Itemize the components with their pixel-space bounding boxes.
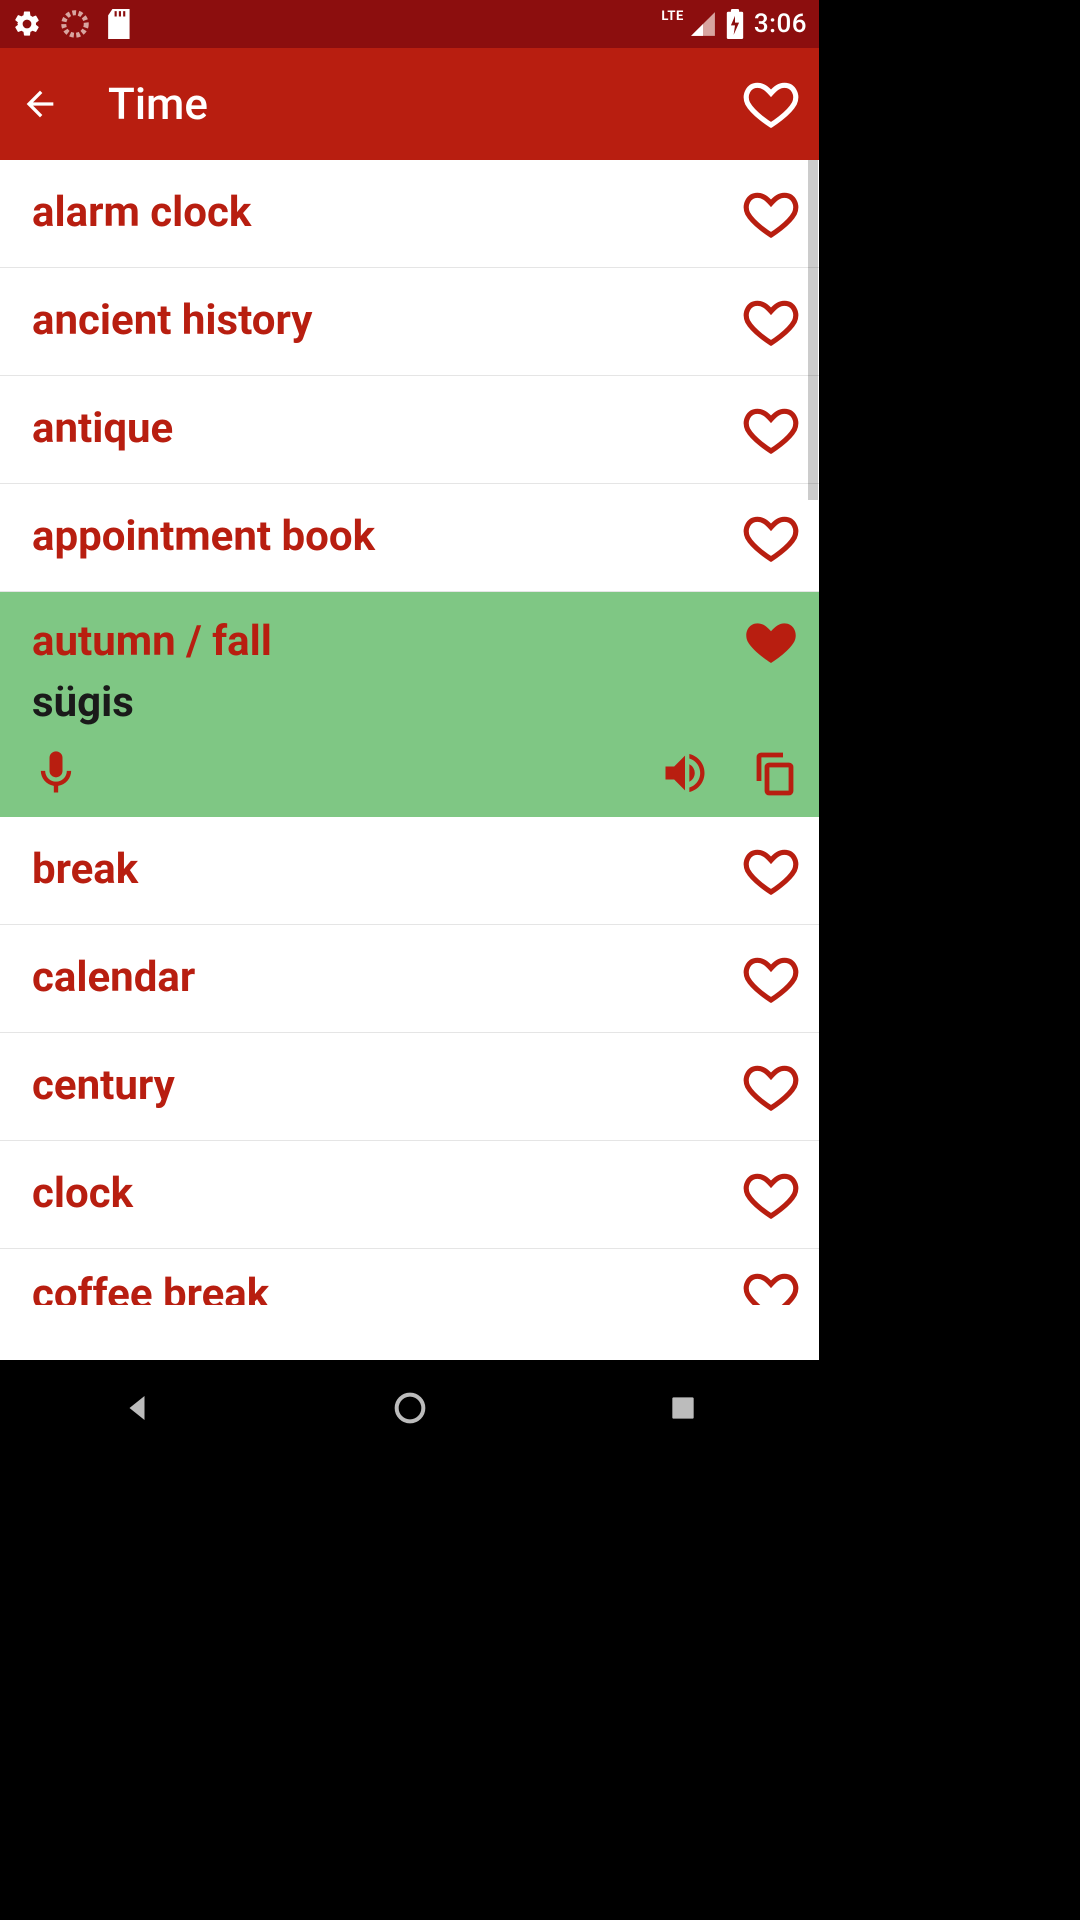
list-item[interactable]: break [0, 817, 819, 925]
microphone-icon[interactable] [30, 747, 82, 799]
speaker-icon[interactable] [659, 747, 711, 799]
word-label: century [32, 1063, 743, 1109]
list-item[interactable]: clock [0, 1141, 819, 1249]
heart-outline-icon[interactable] [743, 1059, 799, 1115]
heart-outline-icon[interactable] [743, 1167, 799, 1223]
back-arrow-icon[interactable] [20, 84, 60, 124]
list-item[interactable]: calendar [0, 925, 819, 1033]
gear-icon [12, 9, 42, 39]
word-label: ancient history [32, 298, 743, 344]
heart-outline-icon[interactable] [743, 951, 799, 1007]
list-item[interactable]: appointment book [0, 484, 819, 592]
nav-recent-icon[interactable] [653, 1378, 713, 1438]
list-item-expanded[interactable]: autumn / fall sügis [0, 592, 819, 817]
list-item[interactable]: ancient history [0, 268, 819, 376]
list-item[interactable]: antique [0, 376, 819, 484]
navigation-bar [0, 1360, 819, 1456]
word-label: autumn / fall [32, 619, 743, 665]
heart-outline-icon[interactable] [743, 510, 799, 566]
loading-icon [60, 9, 90, 39]
app-bar: Time [0, 48, 819, 160]
word-list[interactable]: alarm clock ancient history antique appo… [0, 160, 819, 1360]
lte-label: LTE [661, 9, 683, 24]
word-label: coffee break [32, 1272, 743, 1305]
word-label: antique [32, 406, 743, 452]
heart-filled-icon[interactable] [743, 614, 799, 670]
heart-outline-icon[interactable] [743, 186, 799, 242]
heart-outline-icon[interactable] [743, 76, 799, 132]
heart-outline-icon[interactable] [743, 843, 799, 899]
word-label: calendar [32, 955, 743, 1001]
copy-icon[interactable] [751, 749, 799, 797]
nav-home-icon[interactable] [380, 1378, 440, 1438]
list-item[interactable]: coffee break [0, 1249, 819, 1305]
word-label: break [32, 847, 743, 893]
sd-card-icon [108, 9, 134, 39]
nav-back-icon[interactable] [107, 1378, 167, 1438]
list-item[interactable]: alarm clock [0, 160, 819, 268]
status-bar: LTE 3:06 [0, 0, 819, 48]
heart-outline-icon[interactable] [743, 402, 799, 458]
signal-icon [690, 11, 716, 37]
heart-outline-icon[interactable] [743, 1267, 799, 1305]
translation-label: sügis [0, 678, 819, 741]
word-label: alarm clock [32, 190, 743, 236]
scroll-indicator[interactable] [808, 160, 818, 500]
page-title: Time [108, 78, 208, 130]
list-item[interactable]: century [0, 1033, 819, 1141]
heart-outline-icon[interactable] [743, 294, 799, 350]
status-time: 3:06 [754, 9, 807, 39]
word-label: appointment book [32, 514, 743, 560]
word-label: clock [32, 1171, 743, 1217]
battery-charging-icon [726, 9, 744, 39]
